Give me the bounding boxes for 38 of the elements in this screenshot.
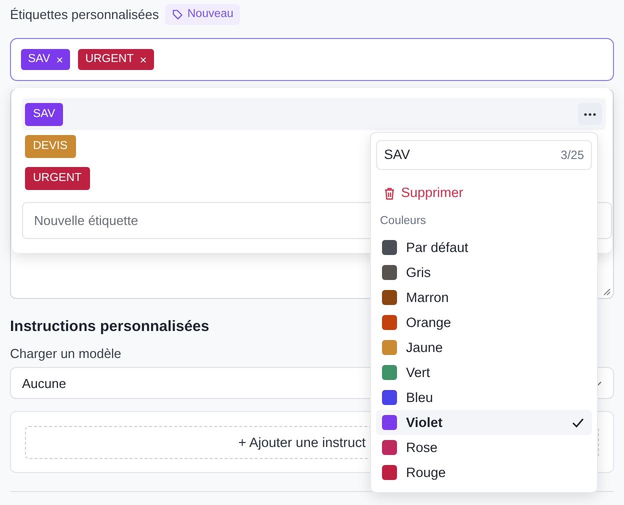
color-option[interactable]: Jaune: [376, 335, 592, 360]
tag-chip[interactable]: SAV: [25, 102, 64, 126]
tag-label: URGENT: [85, 52, 134, 68]
color-label: Par défaut: [406, 238, 468, 257]
color-label: Gris: [406, 264, 431, 282]
color-label: Rose: [406, 438, 438, 457]
trash-icon: [384, 186, 395, 200]
field-value: SAV: [384, 146, 410, 164]
remove-tag-button[interactable]: ×: [56, 54, 64, 66]
check-icon: [572, 418, 584, 428]
color-option[interactable]: Rouge: [376, 460, 592, 486]
color-label: Jaune: [406, 338, 443, 357]
color-label: Rouge: [406, 464, 446, 482]
character-counter: 3/25: [560, 147, 584, 164]
color-label: Marron: [406, 288, 449, 307]
delete-button[interactable]: Supprimer: [376, 183, 464, 204]
tag-input[interactable]: SAV × URGENT ×: [10, 38, 614, 82]
tag-chip[interactable]: URGENT: [25, 166, 90, 190]
section-label: Couleurs: [379, 214, 428, 230]
section-heading: Instructions personnalisées: [10, 317, 210, 338]
resize-handle-icon[interactable]: [603, 288, 611, 296]
tag-label: SAV: [28, 52, 50, 68]
field-label: Étiquettes personnalisées: [10, 6, 159, 24]
color-option[interactable]: Rose: [376, 435, 592, 460]
badge-text: Nouveau: [187, 7, 234, 22]
more-button[interactable]: [578, 103, 602, 125]
select-value: Aucune: [22, 374, 66, 392]
color-option[interactable]: Violet: [376, 410, 592, 436]
field-label: Charger un modèle: [10, 345, 122, 364]
color-option[interactable]: Marron: [376, 285, 592, 310]
remove-tag-button[interactable]: ×: [140, 54, 147, 66]
color-option[interactable]: Gris: [376, 260, 592, 286]
tag-icon: [172, 9, 184, 20]
tag-name-field[interactable]: SAV 3/25: [376, 140, 592, 170]
color-label: Orange: [406, 314, 452, 332]
more-icon: [584, 112, 596, 116]
color-option[interactable]: Orange: [376, 310, 592, 336]
tag-option[interactable]: SAV: [22, 98, 606, 130]
